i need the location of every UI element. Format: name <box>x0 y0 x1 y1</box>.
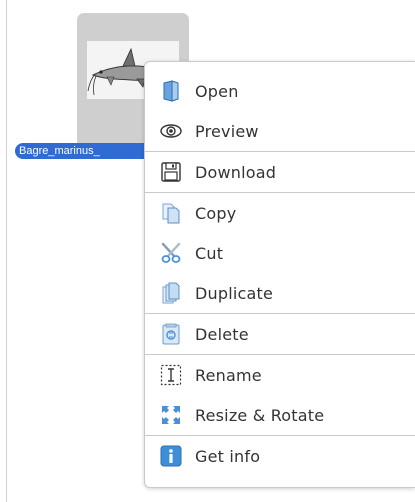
menu-item-copy[interactable]: Copy <box>145 193 415 233</box>
info-icon <box>160 445 182 467</box>
menu-item-label: Delete <box>195 324 249 344</box>
menu-item-preview[interactable]: Preview <box>145 111 415 151</box>
resize-arrows-icon <box>160 404 182 426</box>
menu-item-label: Preview <box>195 121 259 141</box>
menu-item-label: Download <box>195 162 277 182</box>
file-name-label[interactable]: Bagre_marinus_ <box>15 143 161 159</box>
rename-cursor-icon <box>160 364 182 386</box>
trash-icon <box>160 323 182 345</box>
menu-item-label: Resize & Rotate <box>195 405 325 425</box>
scissors-icon <box>160 242 182 264</box>
menu-item-label: Open <box>195 81 239 101</box>
menu-item-label: Get info <box>195 446 261 466</box>
copy-icon <box>160 202 182 224</box>
menu-item-download[interactable]: Download <box>145 152 415 192</box>
eye-icon <box>160 120 182 142</box>
menu-item-duplicate[interactable]: Duplicate <box>145 273 415 313</box>
menu-item-delete[interactable]: Delete <box>145 314 415 354</box>
menu-item-open[interactable]: Open <box>145 71 415 111</box>
open-folder-icon <box>160 80 182 102</box>
menu-item-get-info[interactable]: Get info <box>145 436 415 476</box>
menu-item-rename[interactable]: Rename <box>145 355 415 395</box>
menu-item-label: Duplicate <box>195 283 274 303</box>
menu-item-label: Rename <box>195 365 262 385</box>
floppy-disk-icon <box>160 161 182 183</box>
panel-divider <box>6 0 7 502</box>
menu-item-label: Copy <box>195 203 237 223</box>
context-menu: Open Preview Download Copy Cut Duplicate… <box>144 61 415 488</box>
duplicate-icon <box>160 282 182 304</box>
menu-item-cut[interactable]: Cut <box>145 233 415 273</box>
menu-item-label: Cut <box>195 243 224 263</box>
menu-item-resize-rotate[interactable]: Resize & Rotate <box>145 395 415 435</box>
